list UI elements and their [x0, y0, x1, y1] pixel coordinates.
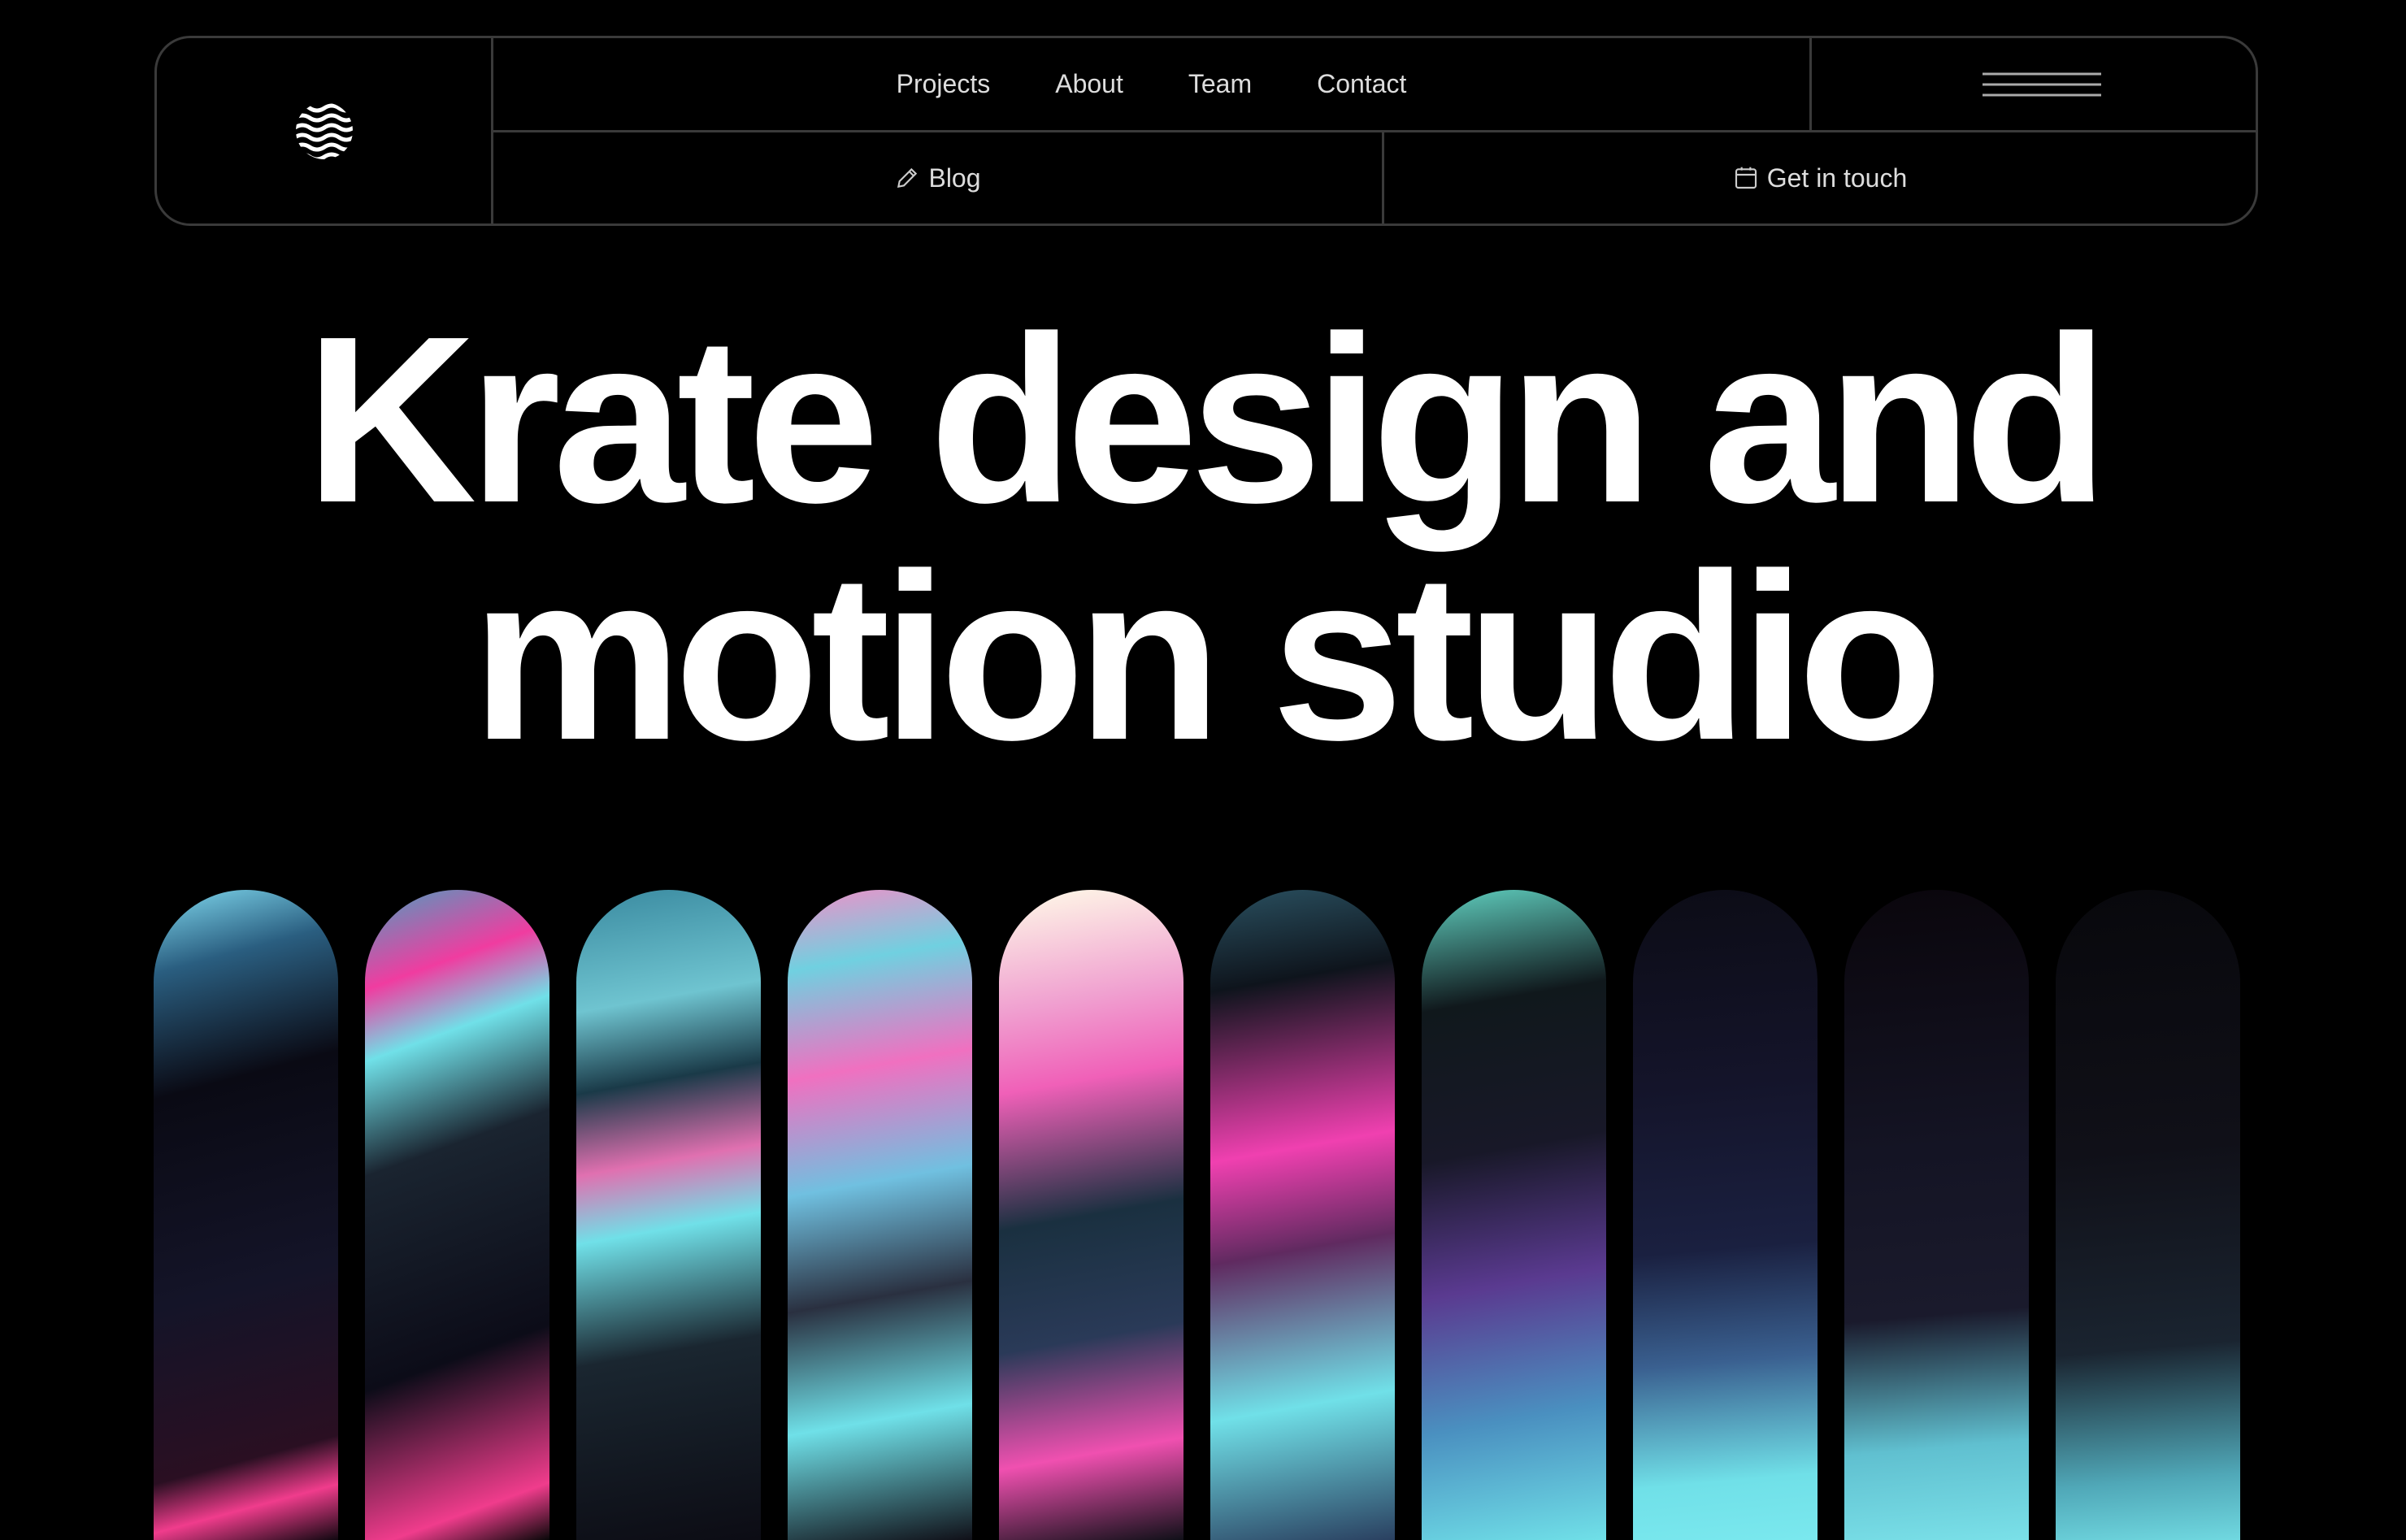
pencil-icon — [897, 167, 918, 189]
logo[interactable] — [157, 38, 493, 223]
hamburger-icon — [1983, 72, 2101, 96]
blog-label: Blog — [928, 163, 981, 193]
nav-projects[interactable]: Projects — [897, 69, 991, 99]
gradient-pill — [1422, 890, 1606, 1540]
gradient-pill — [576, 890, 761, 1540]
site-header: Projects About Team Contact Blog Get in … — [154, 36, 2258, 226]
gradient-pill — [999, 890, 1183, 1540]
hero-line-2: motion studio — [471, 524, 1943, 789]
blog-link[interactable]: Blog — [493, 132, 1384, 223]
nav-team[interactable]: Team — [1188, 69, 1252, 99]
menu-button[interactable] — [1828, 38, 2256, 130]
get-in-touch-button[interactable]: Get in touch — [1384, 132, 2256, 223]
get-in-touch-label: Get in touch — [1766, 163, 1908, 193]
gradient-pill — [154, 890, 338, 1540]
calendar-icon — [1735, 167, 1757, 189]
nav-contact[interactable]: Contact — [1317, 69, 1406, 99]
gradient-pill — [365, 890, 549, 1540]
primary-nav: Projects About Team Contact — [493, 38, 1812, 130]
hero-headline: Krate design and motion studio — [0, 301, 2406, 775]
gradient-pill — [1210, 890, 1395, 1540]
gradient-pill — [1844, 890, 2029, 1540]
gradient-pill-gallery — [154, 890, 2240, 1540]
gradient-pill — [788, 890, 972, 1540]
gradient-pill — [1633, 890, 1818, 1540]
nav-about[interactable]: About — [1055, 69, 1123, 99]
hero-line-1: Krate design and — [305, 287, 2109, 552]
gradient-pill — [2056, 890, 2240, 1540]
wave-logo-icon — [295, 103, 353, 159]
